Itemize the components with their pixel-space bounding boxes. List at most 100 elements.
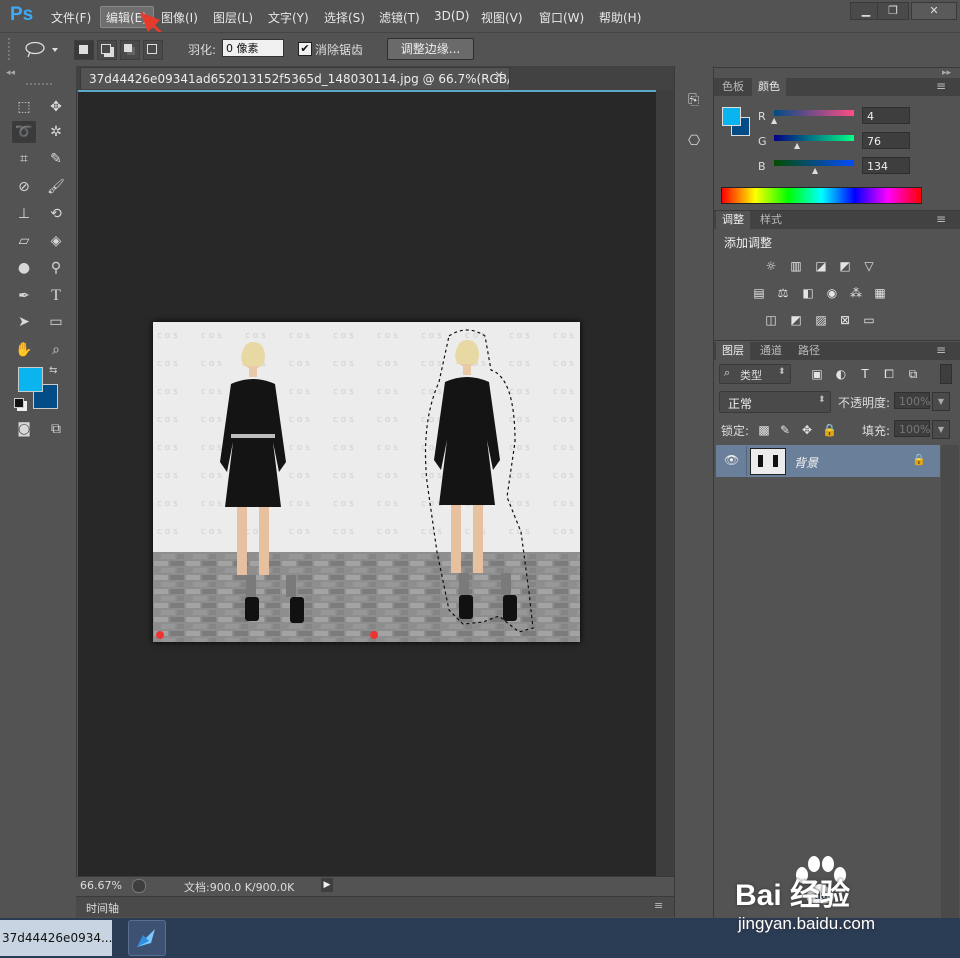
b-slider-thumb-icon[interactable]: ▲ <box>812 166 818 175</box>
timeline-menu-icon[interactable]: ≡ <box>654 899 663 912</box>
path-selection-tool-icon[interactable]: ➤ <box>12 311 36 333</box>
filter-pixel-icon[interactable]: ▣ <box>808 366 826 382</box>
tab-paths[interactable]: 路径 <box>792 342 826 360</box>
gradient-map-icon[interactable]: ⊠ <box>836 312 854 328</box>
clone-stamp-tool-icon[interactable]: ⊥ <box>12 203 36 225</box>
color-fg-swatch[interactable] <box>722 107 741 126</box>
tab-swatches[interactable]: 色板 <box>716 78 750 96</box>
blur-tool-icon[interactable]: ● <box>12 257 36 279</box>
healing-brush-tool-icon[interactable]: ⊘ <box>12 176 36 198</box>
history-brush-tool-icon[interactable]: ⟲ <box>44 203 68 225</box>
lasso-preset-icon[interactable] <box>24 40 60 58</box>
close-tab-icon[interactable]: × <box>494 68 504 82</box>
layer-row-background[interactable]: 👁 背景 🔒 <box>716 445 940 477</box>
filter-type-icon[interactable]: T <box>856 366 874 382</box>
tab-styles[interactable]: 样式 <box>754 211 788 229</box>
subtract-selection-button[interactable] <box>120 40 140 60</box>
lock-all-icon[interactable]: 🔒 <box>822 422 837 438</box>
opacity-dropdown-icon[interactable]: ▼ <box>932 392 950 411</box>
antialias-checkbox[interactable]: ✔ <box>298 42 312 56</box>
taskbar-app-button[interactable] <box>128 920 166 956</box>
layers-menu-icon[interactable]: ≡ <box>936 343 946 357</box>
g-slider-thumb-icon[interactable]: ▲ <box>794 141 800 150</box>
color-panel-menu-icon[interactable]: ≡ <box>936 79 946 93</box>
photo-filter-icon[interactable]: ◉ <box>823 285 841 301</box>
swap-colors-icon[interactable]: ⇆ <box>49 365 57 376</box>
eraser-tool-icon[interactable]: ▱ <box>12 230 36 252</box>
invert-icon[interactable]: ◫ <box>762 312 780 328</box>
zoom-tool-icon[interactable]: ⌕ <box>44 339 68 361</box>
dodge-tool-icon[interactable]: ⚲ <box>44 257 68 279</box>
brightness-contrast-icon[interactable]: ☼ <box>762 258 780 274</box>
screen-mode-icon[interactable]: ⧉ <box>44 418 68 440</box>
fill-input[interactable]: 100% <box>894 420 930 437</box>
threshold-icon[interactable]: ▨ <box>812 312 830 328</box>
move-tool-icon[interactable]: ✥ <box>44 96 68 118</box>
type-tool-icon[interactable]: T <box>44 285 68 307</box>
expand-panels-icon[interactable]: ▸▸ <box>942 68 951 78</box>
adjustments-menu-icon[interactable]: ≡ <box>936 212 946 226</box>
r-slider[interactable] <box>774 110 854 116</box>
b-value-input[interactable]: 134 <box>862 157 910 174</box>
color-lookup-icon[interactable]: ▦ <box>871 285 889 301</box>
add-selection-button[interactable] <box>97 40 117 60</box>
hand-tool-icon[interactable]: ✋ <box>12 339 36 361</box>
opacity-input[interactable]: 100% <box>894 392 930 409</box>
selective-color-icon[interactable]: ▭ <box>860 312 878 328</box>
pen-tool-icon[interactable]: ✒ <box>12 285 36 307</box>
filter-shape-icon[interactable]: ⧠ <box>880 366 898 382</box>
lock-transparent-icon[interactable]: ▩ <box>757 422 771 438</box>
menu-3d[interactable]: 3D(D) <box>434 9 469 23</box>
posterize-icon[interactable]: ◩ <box>787 312 805 328</box>
tab-layers[interactable]: 图层 <box>716 342 750 360</box>
zoom-level[interactable]: 66.67% <box>80 879 122 892</box>
collapse-tools-icon[interactable]: ◂◂ <box>6 68 15 78</box>
color-spectrum-bar[interactable] <box>721 187 922 204</box>
hue-saturation-icon[interactable]: ▤ <box>750 285 768 301</box>
channel-mixer-icon[interactable]: ⁂ <box>847 285 865 301</box>
magic-wand-tool-icon[interactable]: ✲ <box>44 121 68 143</box>
taskbar-item[interactable]: 37d44426e0934... <box>0 920 112 956</box>
lasso-tool-icon[interactable]: ➰ <box>12 121 36 143</box>
menu-filter[interactable]: 滤镜(T) <box>379 9 420 26</box>
menu-window[interactable]: 窗口(W) <box>539 9 584 26</box>
filter-smart-object-icon[interactable]: ⧉ <box>904 366 922 382</box>
properties-panel-icon[interactable]: ⎔ <box>688 133 700 149</box>
curves-icon[interactable]: ◪ <box>812 258 830 274</box>
rectangle-tool-icon[interactable]: ▭ <box>44 311 68 333</box>
default-colors-icon[interactable] <box>14 398 24 408</box>
layer-filter-select[interactable]: ⌕ 类型 ⬍ <box>719 364 791 384</box>
feather-input[interactable]: 0 像素 <box>222 39 284 57</box>
exposure-icon[interactable]: ◩ <box>836 258 854 274</box>
layers-scrollbar[interactable] <box>941 445 959 918</box>
menu-view[interactable]: 视图(V) <box>481 9 523 26</box>
vertical-scrollbar[interactable] <box>656 90 674 878</box>
filter-adjustment-icon[interactable]: ◐ <box>832 366 850 382</box>
status-menu-arrow-icon[interactable]: ▶ <box>321 878 333 892</box>
menu-file[interactable]: 文件(F) <box>51 9 91 26</box>
layer-name[interactable]: 背景 <box>794 454 818 471</box>
blend-mode-select[interactable]: 正常 ⬍ <box>719 391 831 413</box>
r-value-input[interactable]: 4 <box>862 107 910 124</box>
filter-toggle[interactable] <box>940 364 952 384</box>
close-window-button[interactable]: ✕ <box>911 2 957 20</box>
g-slider[interactable] <box>774 135 854 141</box>
tab-adjustments[interactable]: 调整 <box>716 211 750 229</box>
color-balance-icon[interactable]: ⚖ <box>774 285 792 301</box>
crop-tool-icon[interactable]: ⌗ <box>12 148 36 170</box>
status-info-icon[interactable] <box>132 879 146 893</box>
layer-visibility-eye-icon[interactable]: 👁 <box>724 453 739 467</box>
marquee-tool-icon[interactable]: ⬚ <box>12 96 36 118</box>
r-slider-thumb-icon[interactable]: ▲ <box>771 116 777 125</box>
menu-select[interactable]: 选择(S) <box>324 9 365 26</box>
new-selection-button[interactable] <box>74 40 94 60</box>
quick-mask-icon[interactable]: ◙ <box>12 418 36 440</box>
tab-channels[interactable]: 通道 <box>754 342 788 360</box>
g-value-input[interactable]: 76 <box>862 132 910 149</box>
lock-image-icon[interactable]: ✎ <box>778 422 792 438</box>
maximize-button[interactable]: ❐ <box>877 2 909 20</box>
timeline-label[interactable]: 时间轴 <box>86 900 119 916</box>
eyedropper-tool-icon[interactable]: ✎ <box>44 148 68 170</box>
black-white-icon[interactable]: ◧ <box>799 285 817 301</box>
paint-bucket-tool-icon[interactable]: ◈ <box>44 230 68 252</box>
